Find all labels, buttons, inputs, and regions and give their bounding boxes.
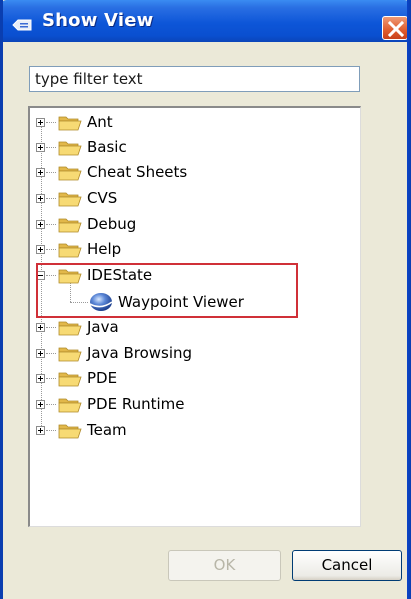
tree-item-label: PDE (87, 369, 118, 387)
expand-icon[interactable] (36, 168, 45, 177)
tree-item-label: Java (87, 318, 119, 336)
tree-item-label: Help (87, 240, 122, 258)
tree-item-ant[interactable]: Ant (30, 112, 350, 134)
dialog-title: Show View (42, 10, 154, 31)
tree-item-debug[interactable]: Debug (30, 214, 350, 236)
tree-item-label: Java Browsing (87, 344, 193, 362)
tree-item-cheat-sheets[interactable]: Cheat Sheets (30, 162, 350, 184)
folder-icon (58, 140, 82, 160)
view-tree[interactable]: Ant Basic Cheat Sheets CVS Debug Help ID… (28, 106, 361, 527)
filter-input[interactable] (29, 66, 360, 92)
expand-icon[interactable] (36, 143, 45, 152)
folder-icon (58, 397, 82, 417)
ok-button[interactable]: OK (168, 550, 281, 581)
folder-icon (58, 346, 82, 366)
tree-item-cvs[interactable]: CVS (30, 188, 350, 210)
eclipse-view-icon (12, 16, 32, 31)
folder-icon (58, 423, 82, 443)
tree-item-label: Debug (87, 215, 137, 233)
tree-item-label: CVS (87, 189, 118, 207)
expand-icon[interactable] (36, 220, 45, 229)
tree-item-pde[interactable]: PDE (30, 368, 350, 390)
expand-icon[interactable] (36, 245, 45, 254)
expand-icon[interactable] (36, 374, 45, 383)
folder-icon (58, 217, 82, 237)
close-icon (388, 21, 404, 37)
tree-item-team[interactable]: Team (30, 420, 350, 442)
folder-icon (58, 115, 82, 135)
show-view-dialog: Show View Ant Basic (0, 0, 411, 599)
expand-icon[interactable] (36, 426, 45, 435)
expand-icon[interactable] (36, 118, 45, 127)
folder-icon (58, 191, 82, 211)
expand-icon[interactable] (36, 349, 45, 358)
tree-item-label: PDE Runtime (87, 395, 185, 413)
folder-icon (58, 371, 82, 391)
tree-item-java-browsing[interactable]: Java Browsing (30, 343, 350, 365)
tree-item-label: Team (87, 421, 127, 439)
close-button[interactable] (382, 16, 408, 40)
highlight-annotation (36, 263, 298, 318)
tree-item-basic[interactable]: Basic (30, 137, 350, 159)
tree-item-label: Basic (87, 138, 127, 156)
folder-icon (58, 242, 82, 262)
expand-icon[interactable] (36, 194, 45, 203)
cancel-button[interactable]: Cancel (292, 550, 402, 581)
expand-icon[interactable] (36, 323, 45, 332)
folder-icon (58, 320, 82, 340)
folder-icon (58, 165, 82, 185)
window-frame-right (407, 0, 411, 599)
expand-icon[interactable] (36, 400, 45, 409)
title-bar[interactable]: Show View (0, 0, 411, 42)
tree-item-label: Cheat Sheets (87, 163, 188, 181)
tree-item-java[interactable]: Java (30, 317, 350, 339)
window-frame-left (0, 0, 3, 599)
tree-item-help[interactable]: Help (30, 239, 350, 261)
tree-item-label: Ant (87, 113, 113, 131)
tree-item-pde-runtime[interactable]: PDE Runtime (30, 394, 350, 416)
